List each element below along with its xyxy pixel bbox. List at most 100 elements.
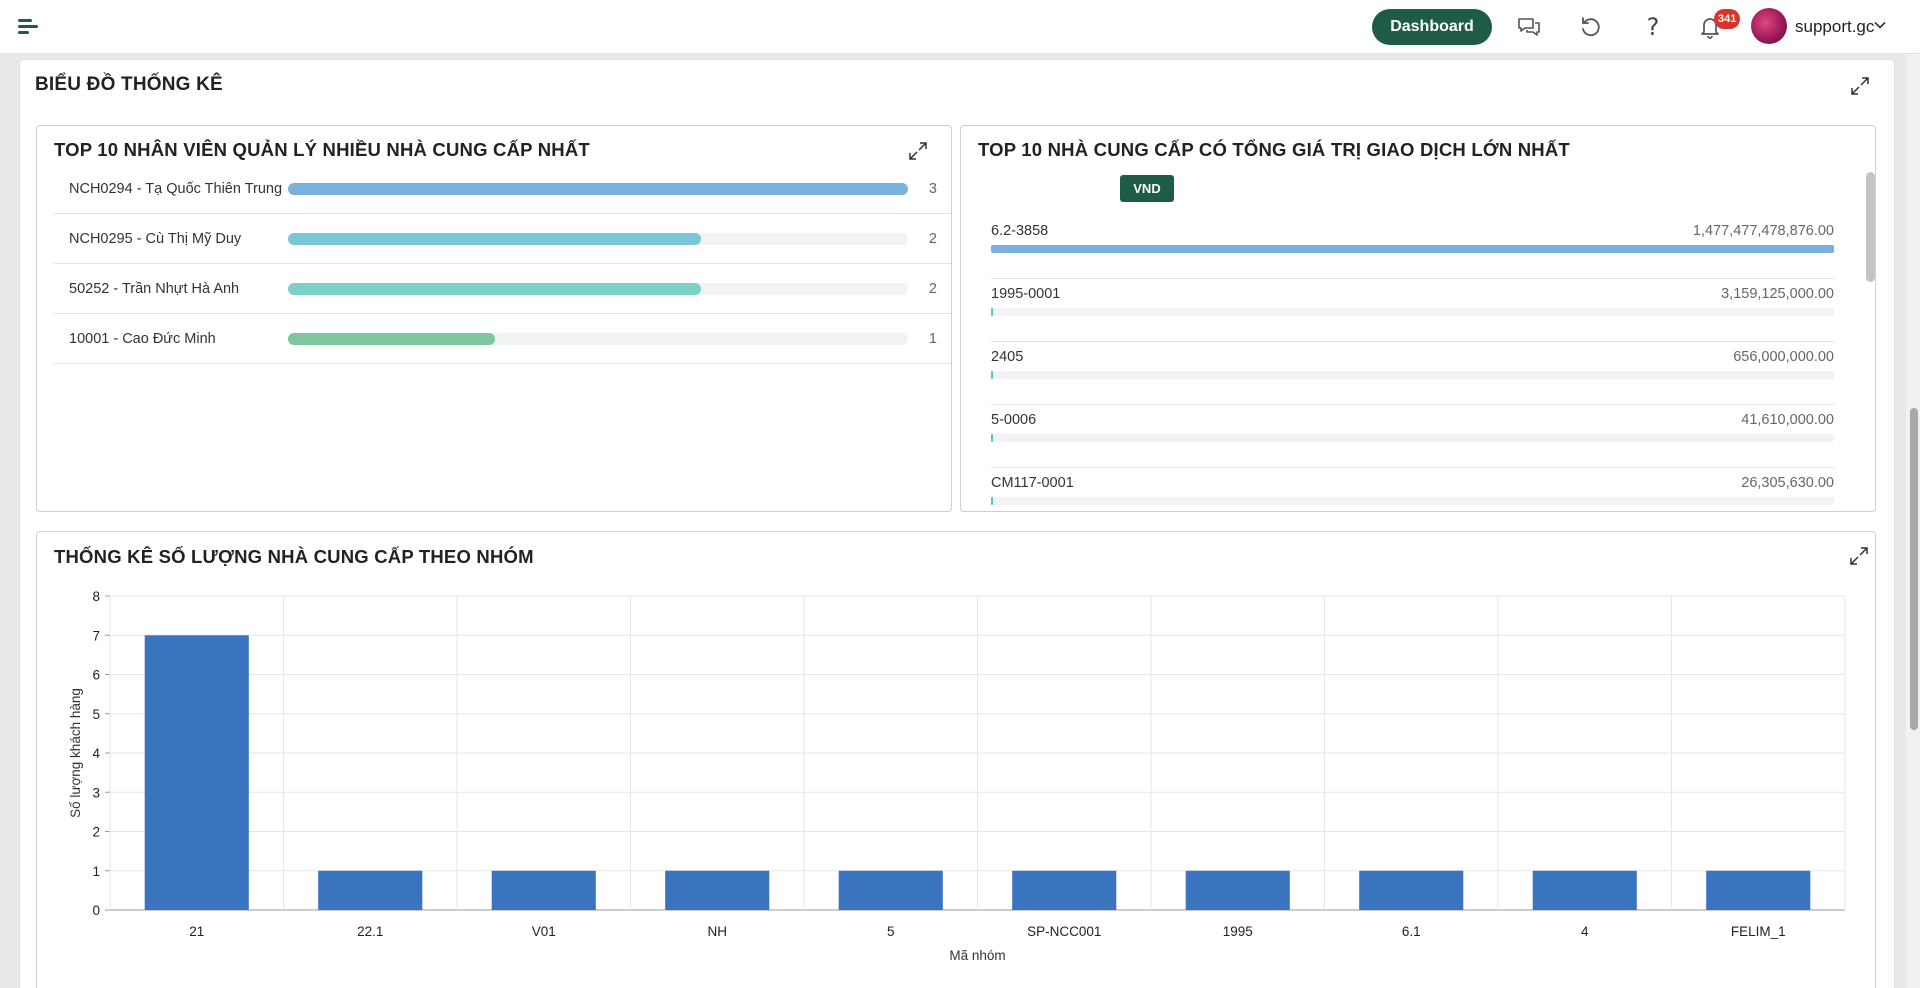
refresh-icon[interactable] [1576,12,1606,42]
bar [144,635,249,910]
bar [491,870,596,910]
x-tick-label: V01 [532,924,556,939]
y-tick-label: 2 [92,825,100,840]
progress-track [991,434,1834,442]
x-tick-label: 5 [887,924,895,939]
x-tick-label: FELIM_1 [1731,924,1786,939]
supplier-label: CM117-0001 [991,475,1074,491]
list-item: NCH0294 - Tạ Quốc Thiên Trung 3 [54,164,951,214]
page-scrollbar-thumb[interactable] [1910,408,1918,730]
progress-track [288,283,908,295]
bar [838,870,943,910]
chevron-down-icon[interactable] [1873,18,1887,32]
help-icon[interactable]: ? [1638,12,1668,42]
bar [318,870,423,910]
bar [1359,870,1464,910]
bar-chart: 0 1 2 3 4 5 6 7 8 21 22.1 V01 NH 5 SP-NCC001 1995 6.1 4 FE… [68,589,1846,963]
x-tick-label: SP-NCC001 [1027,924,1101,939]
help-glyph: ? [1646,13,1660,41]
avatar[interactable] [1751,8,1787,44]
employee-count: 2 [928,281,937,297]
supplier-label: 5-0006 [991,412,1037,428]
supplier-label: 1995-0001 [991,286,1061,302]
expand-icon[interactable] [908,141,928,161]
menu-icon[interactable] [16,16,40,38]
list-item: CM117-0001 26,305,630.00 [991,468,1834,511]
y-tick-label: 0 [92,903,100,918]
bar [1012,870,1117,910]
supplier-value: 656,000,000.00 [1733,349,1834,365]
notification-badge: 341 [1714,9,1741,29]
progress-bar [288,183,908,195]
statistics-panel: BIỂU ĐỒ THỐNG KÊ TOP 10 NHÂN VIÊN QUẢN L… [19,59,1895,988]
employee-label: NCH0295 - Cù Thị Mỹ Duy [69,231,242,247]
supplier-value: 41,610,000.00 [1741,412,1834,428]
suppliers-card-title: TOP 10 NHÀ CUNG CẤP CÓ TỔNG GIÁ TRỊ GIAO… [978,139,1570,160]
employee-label: 10001 - Cao Đức Minh [69,331,216,347]
x-tick-label: NH [708,924,728,939]
bar [1706,870,1811,910]
list-item: 50252 - Trần Nhựt Hà Anh 2 [54,264,951,314]
employee-count: 3 [928,181,937,197]
username[interactable]: support.gc [1795,17,1874,37]
supplier-value: 26,305,630.00 [1741,475,1834,491]
y-tick-label: 3 [92,785,100,800]
x-tick-label: 6.1 [1402,924,1421,939]
employees-card-title: TOP 10 NHÂN VIÊN QUẢN LÝ NHIỀU NHÀ CUNG … [54,139,590,160]
progress-track [991,308,1834,316]
list-item: 10001 - Cao Đức Minh 1 [54,314,951,364]
list-item: 2405 656,000,000.00 [991,342,1834,405]
employee-count: 2 [928,231,937,247]
progress-bar [288,333,495,345]
supplier-value: 3,159,125,000.00 [1721,286,1834,302]
x-tick-label: 1995 [1223,924,1253,939]
chat-icon[interactable] [1514,12,1544,42]
supplier-label: 2405 [991,349,1024,365]
y-axis-title: Số lượng khách hàng [68,688,83,818]
y-tick-label: 1 [92,864,100,879]
list-item: 1995-0001 3,159,125,000.00 [991,279,1834,342]
progress-bar [991,371,993,379]
progress-track [991,497,1834,505]
suppliers-card: TOP 10 NHÀ CUNG CẤP CÓ TỔNG GIÁ TRỊ GIAO… [960,125,1876,512]
progress-bar [991,308,993,316]
x-tick-label: 4 [1581,924,1589,939]
progress-bar [991,245,1834,253]
employee-label: 50252 - Trần Nhựt Hà Anh [69,281,240,297]
progress-track [991,245,1834,253]
progress-bar [288,233,702,245]
y-tick-label: 7 [92,628,100,643]
supplier-label: 6.2-3858 [991,223,1049,239]
employees-card: TOP 10 NHÂN VIÊN QUẢN LÝ NHIỀU NHÀ CUNG … [36,125,952,512]
employee-label: NCH0294 - Tạ Quốc Thiên Trung [69,181,283,197]
y-tick-label: 5 [92,707,100,722]
list-item: NCH0295 - Cù Thị Mỹ Duy 2 [54,214,951,264]
progress-track [288,233,908,245]
progress-bar [991,497,993,505]
bar [665,870,770,910]
x-axis-title: Mã nhóm [949,948,1005,963]
page-title: BIỂU ĐỒ THỐNG KÊ [35,74,223,95]
progress-bar [288,283,702,295]
x-tick-label: 22.1 [357,924,383,939]
top-bar: Dashboard ? 341 support.gc [0,0,1920,54]
bar [1532,870,1637,910]
expand-icon[interactable] [1850,76,1870,96]
group-chart-card: THỐNG KÊ SỐ LƯỢNG NHÀ CUNG CẤP THEO NHÓM… [36,531,1876,988]
progress-track [288,183,908,195]
list-item: 5-0006 41,610,000.00 [991,405,1834,468]
progress-track [288,333,908,345]
progress-track [991,371,1834,379]
bar [1185,870,1290,910]
y-tick-label: 6 [92,668,100,683]
employee-count: 1 [928,331,937,347]
list-item: 6.2-3858 1,477,477,478,876.00 [991,216,1834,279]
supplier-value: 1,477,477,478,876.00 [1692,223,1834,239]
currency-badge[interactable]: VND [1120,175,1174,202]
progress-bar [991,434,993,442]
y-tick-label: 8 [92,589,100,604]
scrollbar[interactable] [1866,172,1875,282]
y-tick-label: 4 [92,746,100,761]
dashboard-button[interactable]: Dashboard [1372,9,1492,45]
x-tick-label: 21 [189,924,204,939]
